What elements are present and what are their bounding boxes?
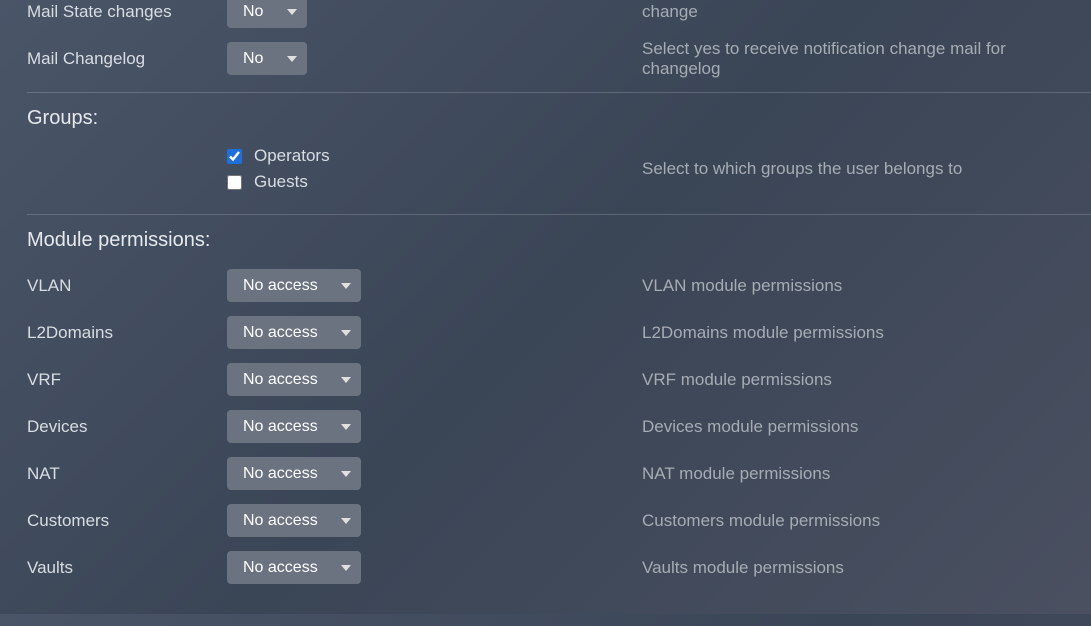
module-l2domains-row: L2Domains No access L2Domains module per… [0,309,1091,356]
module-vlan-help: VLAN module permissions [642,276,1091,296]
module-l2domains-help: L2Domains module permissions [642,323,1091,343]
module-devices-help: Devices module permissions [642,417,1091,437]
group-operators-label: Operators [254,146,330,166]
module-nat-select[interactable]: No access [227,457,361,490]
mail-state-select[interactable]: No [227,0,307,28]
groups-help: Select to which groups the user belongs … [642,159,1091,179]
module-vrf-label: VRF [27,370,227,390]
module-vaults-help: Vaults module permissions [642,558,1091,578]
mail-state-label: Mail State changes [27,2,227,22]
groups-header: Groups: [0,93,1091,140]
group-guests-checkbox[interactable] [227,175,242,190]
module-nat-row: NAT No access NAT module permissions [0,450,1091,497]
module-vlan-label: VLAN [27,276,227,296]
module-vlan-select[interactable]: No access [227,269,361,302]
group-operators-line: Operators [227,146,642,166]
module-vaults-label: Vaults [27,558,227,578]
module-customers-select[interactable]: No access [227,504,361,537]
module-devices-row: Devices No access Devices module permiss… [0,403,1091,450]
module-perms-header: Module permissions: [0,215,1091,262]
module-customers-row: Customers No access Customers module per… [0,497,1091,544]
mail-changelog-row: Mail Changelog No Select yes to receive … [0,35,1091,82]
group-guests-line: Guests [227,172,642,192]
module-customers-help: Customers module permissions [642,511,1091,531]
module-vlan-row: VLAN No access VLAN module permissions [0,262,1091,309]
module-nat-help: NAT module permissions [642,464,1091,484]
module-vrf-row: VRF No access VRF module permissions [0,356,1091,403]
module-vrf-select[interactable]: No access [227,363,361,396]
mail-state-help: change [642,2,1091,22]
mail-changelog-help: Select yes to receive notification chang… [642,39,1091,79]
module-l2domains-label: L2Domains [27,323,227,343]
module-vaults-row: Vaults No access Vaults module permissio… [0,544,1091,591]
module-vaults-select[interactable]: No access [227,551,361,584]
module-customers-label: Customers [27,511,227,531]
module-nat-label: NAT [27,464,227,484]
groups-row: Operators Guests Select to which groups … [0,140,1091,204]
module-l2domains-select[interactable]: No access [227,316,361,349]
module-devices-select[interactable]: No access [227,410,361,443]
group-operators-checkbox[interactable] [227,149,242,164]
mail-changelog-select[interactable]: No [227,42,307,75]
mail-state-row: Mail State changes No change [0,0,1091,35]
mail-changelog-label: Mail Changelog [27,49,227,69]
group-guests-label: Guests [254,172,308,192]
module-vrf-help: VRF module permissions [642,370,1091,390]
module-devices-label: Devices [27,417,227,437]
